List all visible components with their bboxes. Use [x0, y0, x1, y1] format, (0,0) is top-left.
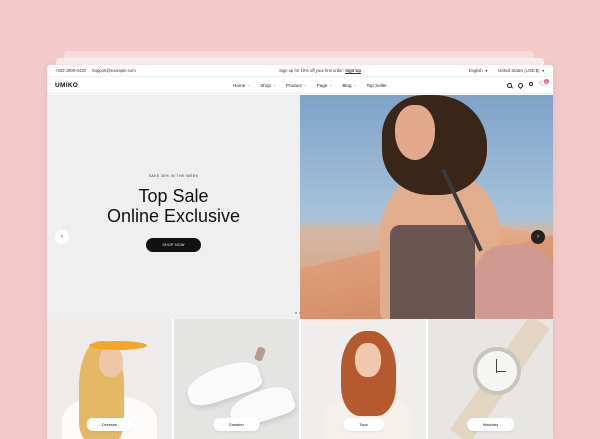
language-label: English — [468, 68, 483, 73]
main-nav: Home ⌄ Shop ⌄ Product ⌄ Page ⌄ Blog ⌄ Top Sel… — [233, 83, 507, 88]
account-icon[interactable] — [529, 82, 533, 86]
chevron-down-icon: ⌄ — [353, 83, 357, 87]
nav-item-top-seller[interactable]: Top Seller — [366, 83, 386, 88]
category-card-dresses[interactable]: Dresses — [47, 319, 172, 439]
contact-email[interactable]: Support@example.com — [92, 68, 136, 73]
chevron-down-icon: ⌄ — [303, 83, 307, 87]
hero-image-model-face — [395, 105, 435, 160]
region-label: United States (USD $) — [498, 68, 540, 73]
nav-item-product[interactable]: Product ⌄ — [286, 83, 307, 88]
site-logo[interactable]: UMIKO — [55, 82, 233, 89]
chevron-down-icon: ⌄ — [272, 83, 276, 87]
nav-item-blog[interactable]: Blog ⌄ — [342, 83, 356, 88]
chevron-down-icon: ⌄ — [247, 83, 251, 87]
category-grid: Dresses Sneaker Tops Watches — [47, 319, 553, 439]
nav-label: Top Seller — [366, 82, 387, 88]
language-selector[interactable]: English ▼ — [469, 68, 488, 73]
region-selector[interactable]: United States (USD $) ▼ — [498, 68, 545, 73]
site-header: UMIKO Home ⌄ Shop ⌄ Product ⌄ Page ⌄ Blog ⌄ T… — [47, 77, 553, 221]
wishlist-count-badge: 0 — [544, 79, 549, 84]
category-label-tops[interactable]: Tops — [343, 418, 384, 431]
nav-label: Home — [233, 82, 246, 88]
slider-next-button[interactable]: › — [531, 230, 545, 244]
promo-text: Sign up for 10% off your first order: — [279, 68, 344, 73]
hero-image-model-top — [390, 225, 475, 320]
slider-pagination — [295, 312, 301, 314]
chevron-down-icon: ⌄ — [329, 83, 333, 87]
category-label-sneaker[interactable]: Sneaker — [213, 418, 260, 431]
header-actions: ♡0 ⊔0 — [222, 79, 549, 221]
hero-image: › — [300, 95, 553, 320]
category-card-sneaker[interactable]: Sneaker — [174, 319, 299, 439]
nav-label: Page — [316, 82, 328, 88]
chevron-left-icon: ‹ — [61, 234, 63, 240]
browser-window: +333-1900-0430 Support@example.com Sign … — [47, 65, 553, 439]
announcement-bar: +333-1900-0430 Support@example.com Sign … — [47, 65, 553, 77]
signup-link[interactable]: Sign Up — [345, 68, 361, 73]
nav-item-shop[interactable]: Shop ⌄ — [260, 83, 276, 88]
category-card-watches[interactable]: Watches — [428, 319, 553, 439]
category-image-tops-face — [355, 343, 381, 377]
slider-prev-button[interactable]: ‹ — [55, 230, 69, 244]
chevron-down-icon: ▼ — [484, 69, 489, 73]
nav-item-page[interactable]: Page ⌄ — [317, 83, 333, 88]
chevron-right-icon: › — [537, 234, 539, 240]
hero-image-bag — [475, 245, 553, 320]
hero-title: Top Sale Online Exclusive — [107, 186, 240, 226]
category-image-dresses-face — [99, 347, 123, 377]
slider-dot[interactable] — [295, 312, 297, 314]
hero-slider: SAVE 30% IN THE WEEK Top Sale Online Exc… — [47, 95, 553, 320]
chevron-down-icon: ▼ — [541, 69, 545, 73]
slider-dot[interactable] — [299, 312, 301, 314]
category-image-sneaker-tab — [253, 346, 267, 362]
location-icon[interactable] — [517, 81, 525, 89]
hero-title-line-2: Online Exclusive — [106, 205, 241, 226]
nav-item-home[interactable]: Home ⌄ — [233, 83, 250, 88]
wishlist-icon[interactable]: ♡ 0 — [539, 79, 549, 88]
nav-label: Product — [285, 82, 302, 88]
nav-label: Shop — [260, 82, 271, 88]
hero-eyebrow: SAVE 30% IN THE WEEK — [148, 173, 199, 178]
category-image-dresses-visor — [89, 341, 147, 350]
category-label-dresses[interactable]: Dresses — [86, 418, 133, 431]
search-icon[interactable] — [507, 82, 513, 88]
category-image-watch-hand — [496, 371, 506, 372]
shop-now-button[interactable]: SHOP NOW — [146, 237, 201, 252]
promo-message: Sign up for 10% off your first order: Si… — [245, 68, 395, 73]
category-card-tops[interactable]: Tops — [301, 319, 426, 439]
contact-phone[interactable]: +333-1900-0430 — [55, 68, 86, 73]
category-label-watches[interactable]: Watches — [466, 418, 515, 431]
nav-label: Blog — [342, 82, 352, 88]
hero-title-line-1: Top Sale — [138, 185, 209, 206]
hero-text-panel: SAVE 30% IN THE WEEK Top Sale Online Exc… — [47, 95, 300, 320]
